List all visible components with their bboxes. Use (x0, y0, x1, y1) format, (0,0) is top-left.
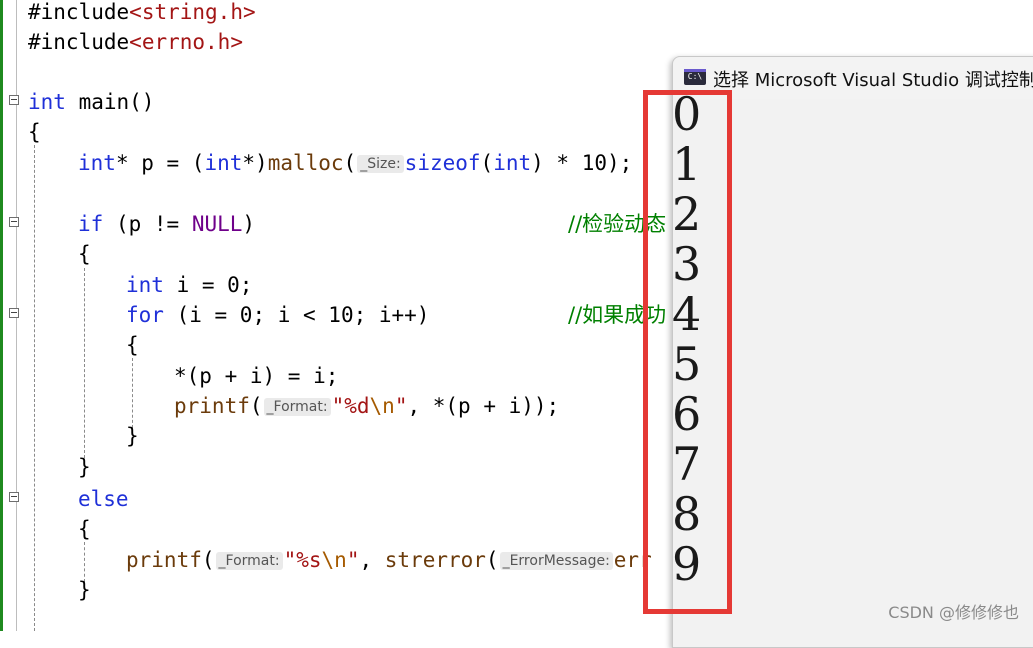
collapse-box-icon[interactable] (9, 217, 19, 227)
parameter-hint: _Size: (357, 155, 404, 173)
console-app-icon: C:\ (684, 69, 706, 85)
parameter-hint: _Format: (215, 552, 283, 570)
indent-guide (84, 268, 85, 458)
code-line[interactable]: printf(_Format: "%d\n", *(p + i)); (174, 391, 559, 421)
parameter-hint: _ErrorMessage: (499, 552, 613, 570)
code-line[interactable]: #include<string.h> (28, 0, 256, 27)
code-line[interactable]: { (78, 514, 91, 544)
code-line[interactable]: #include<errno.h> (28, 27, 243, 57)
collapse-box-icon[interactable] (9, 308, 19, 318)
code-line[interactable]: if (p != NULL) (78, 209, 255, 239)
code-line[interactable]: int main() (28, 87, 154, 117)
code-line[interactable]: int* p = (int*)malloc(_Size: sizeof(int) … (78, 148, 679, 178)
code-line[interactable]: } (126, 421, 139, 451)
code-line[interactable]: int i = 0; (126, 270, 252, 300)
indent-guide (34, 145, 35, 631)
watermark: CSDN @修修修也 (888, 603, 1019, 622)
parameter-hint: _Format: (263, 398, 331, 416)
code-line[interactable]: { (126, 330, 139, 360)
code-line[interactable]: else (78, 484, 129, 514)
code-line[interactable]: printf(_Format: "%s\n", strerror(_ErrorMe… (126, 545, 652, 575)
code-line[interactable]: { (78, 239, 91, 269)
code-line[interactable]: } (78, 575, 91, 605)
red-highlight-box (643, 90, 732, 614)
code-line[interactable]: } (78, 452, 91, 482)
indent-guide (132, 358, 133, 428)
change-indicator-bar (0, 0, 3, 631)
collapse-box-icon[interactable] (9, 492, 19, 502)
code-line[interactable]: { (28, 117, 41, 147)
console-title: 选择 Microsoft Visual Studio 调试控制台 (713, 70, 1033, 91)
collapse-box-icon[interactable] (9, 95, 19, 105)
code-line[interactable]: *(p + i) = i; (174, 361, 338, 391)
code-line[interactable]: for (i = 0; i < 10; i++) (126, 300, 429, 330)
